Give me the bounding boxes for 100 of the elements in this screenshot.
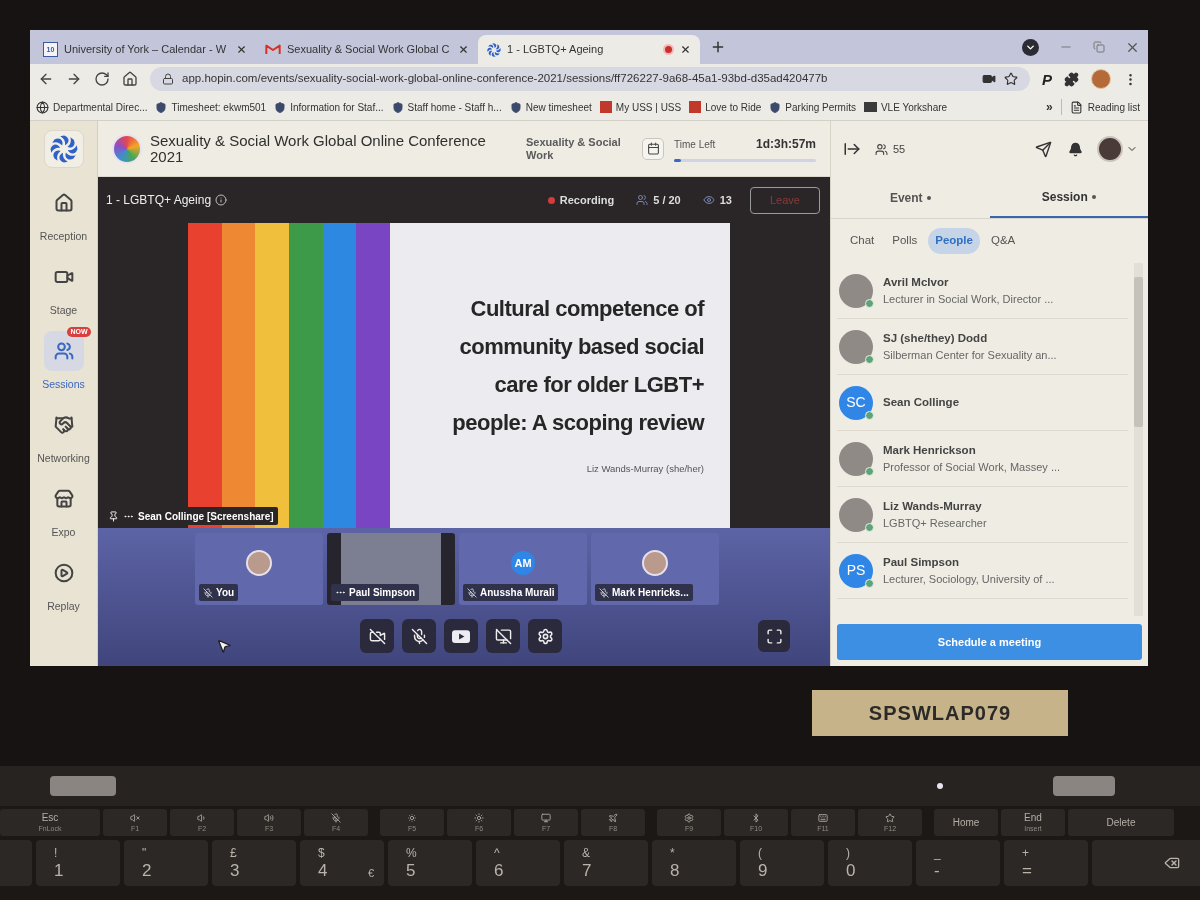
panel-subtab[interactable]: Chat [843, 228, 882, 254]
notifications-icon[interactable] [1068, 141, 1083, 157]
close-tab-icon[interactable] [236, 44, 247, 55]
extensions-icon[interactable] [1064, 71, 1079, 87]
asset-tag: SPSWLAP079 [812, 690, 1068, 736]
extension-icon[interactable]: P [1042, 71, 1052, 87]
sidebar-item[interactable]: Reception [30, 181, 97, 255]
close-tab-icon[interactable] [680, 44, 691, 55]
volume-up-icon [264, 813, 274, 823]
video-share-button[interactable] [444, 619, 478, 653]
info-icon[interactable] [215, 194, 228, 206]
people-icon [53, 341, 74, 361]
camera-button[interactable] [360, 619, 394, 653]
key-label: 1 [54, 862, 64, 879]
bookmark-link[interactable]: Information for Staf... [274, 99, 384, 115]
participant-name: Paul Simpson [349, 586, 416, 600]
mic-off-icon [331, 813, 341, 823]
back-icon[interactable] [38, 71, 54, 87]
bookmark-link[interactable]: New timesheet [509, 99, 592, 115]
people-icon [636, 194, 649, 206]
close-tab-icon[interactable] [458, 44, 469, 55]
volume-down-icon [197, 813, 207, 823]
microphone-button[interactable] [402, 619, 436, 653]
display-icon [541, 813, 551, 823]
sidebar-item[interactable]: Networking [30, 403, 97, 477]
calendar-icon[interactable] [642, 137, 664, 160]
home-icon[interactable] [122, 71, 138, 87]
brightness-down-icon [407, 813, 417, 823]
screen-share-button[interactable] [486, 619, 520, 653]
participant-name: Mark Henricks... [612, 586, 689, 600]
globe-icon [36, 100, 49, 114]
reading-list-link[interactable]: Reading list [1069, 99, 1140, 115]
bookmark-link[interactable]: Staff home - Staff h... [391, 99, 502, 115]
key-symbol: $ [318, 847, 326, 859]
fullscreen-button[interactable] [758, 620, 790, 652]
key-label: 0 [846, 862, 856, 879]
camera-icon[interactable] [982, 72, 996, 86]
reload-icon[interactable] [94, 71, 110, 87]
bookmark-link[interactable]: Timesheet: ekwm501 [155, 99, 267, 115]
key-label: 4 [318, 862, 328, 879]
key-label: 8 [670, 862, 680, 879]
brightness-up-icon [474, 813, 484, 823]
handshake-icon [53, 415, 74, 435]
key-label: 7 [582, 862, 592, 879]
square-logo-icon [863, 102, 877, 112]
panel-subtab[interactable]: Q&A [983, 228, 1023, 254]
sidebar-item[interactable]: Stage [30, 255, 97, 329]
scrollbar-thumb[interactable] [1134, 277, 1143, 427]
settings-icon [536, 627, 554, 645]
profile-avatar[interactable] [1091, 69, 1111, 89]
mouse-cursor-icon [216, 638, 232, 654]
attendees-icon [875, 142, 888, 156]
bookmark-link[interactable]: Love to Ride [689, 99, 762, 115]
forward-icon[interactable] [66, 71, 82, 87]
bookmark-star-icon[interactable] [1004, 72, 1018, 86]
laptop-hinge [50, 776, 116, 796]
bookmark-link[interactable]: Departmental Direc... [36, 99, 148, 115]
camera-off-icon [368, 627, 386, 645]
more-bookmarks[interactable]: » [1046, 98, 1053, 116]
bookmark-link[interactable]: VLE Yorkshare [863, 99, 948, 115]
gear-icon [684, 813, 694, 823]
person-name: Avril McIvor [883, 274, 950, 290]
play-video-icon [452, 629, 470, 643]
mic-off-icon [410, 627, 428, 645]
sidebar-item[interactable]: Replay [30, 551, 97, 625]
home-icon [53, 193, 74, 213]
key-symbol: + [1022, 847, 1030, 859]
shield-icon [509, 100, 522, 114]
panel-tab[interactable]: Event [831, 177, 990, 218]
initials-avatar: PS [839, 553, 873, 588]
bookmark-link[interactable]: Parking Permits [769, 99, 856, 115]
key-label: - [934, 862, 940, 879]
key-label: 3 [230, 862, 240, 879]
collapse-icon[interactable] [843, 140, 861, 158]
new-tab-icon[interactable] [710, 39, 726, 55]
settings-button[interactable] [528, 619, 562, 653]
attendee-count: 55 [893, 141, 906, 157]
sidebar-item[interactable]: Expo [30, 477, 97, 551]
organizer-name: Sexuality & Social Work [526, 135, 622, 162]
mute-icon [130, 813, 140, 823]
panel-subtab[interactable]: Polls [885, 228, 925, 254]
pin-icon[interactable] [108, 510, 119, 522]
tab-search-button[interactable] [1022, 38, 1039, 56]
send-icon[interactable] [1035, 140, 1052, 158]
person-role: Silberman Center for Sexuality an... [883, 347, 1057, 363]
panel-tab[interactable]: Session [989, 177, 1148, 218]
bookmark-link[interactable]: My USS | USS [599, 99, 682, 115]
reading-list-icon [1069, 100, 1083, 114]
key-label: Esc [41, 813, 59, 823]
address-bar[interactable]: app.hopin.com/events/sexuality-social-work-global-online-conference-2021/sessions/ff726227-9a68-45a1-93bd-d35ad420477b [150, 67, 1030, 91]
initials-avatar: SC [839, 385, 873, 420]
keyboard-icon [818, 813, 828, 823]
key-label: 9 [758, 862, 768, 879]
shield-icon [769, 100, 782, 114]
swirl-logo-icon [487, 42, 501, 57]
user-avatar[interactable] [1097, 136, 1123, 162]
indicator-light-icon [937, 783, 943, 789]
browser-tab[interactable]: 1 - LGBTQ+ Ageing [478, 35, 700, 64]
fullscreen-icon [765, 627, 783, 645]
session-title: 1 - LGBTQ+ Ageing [106, 192, 212, 209]
